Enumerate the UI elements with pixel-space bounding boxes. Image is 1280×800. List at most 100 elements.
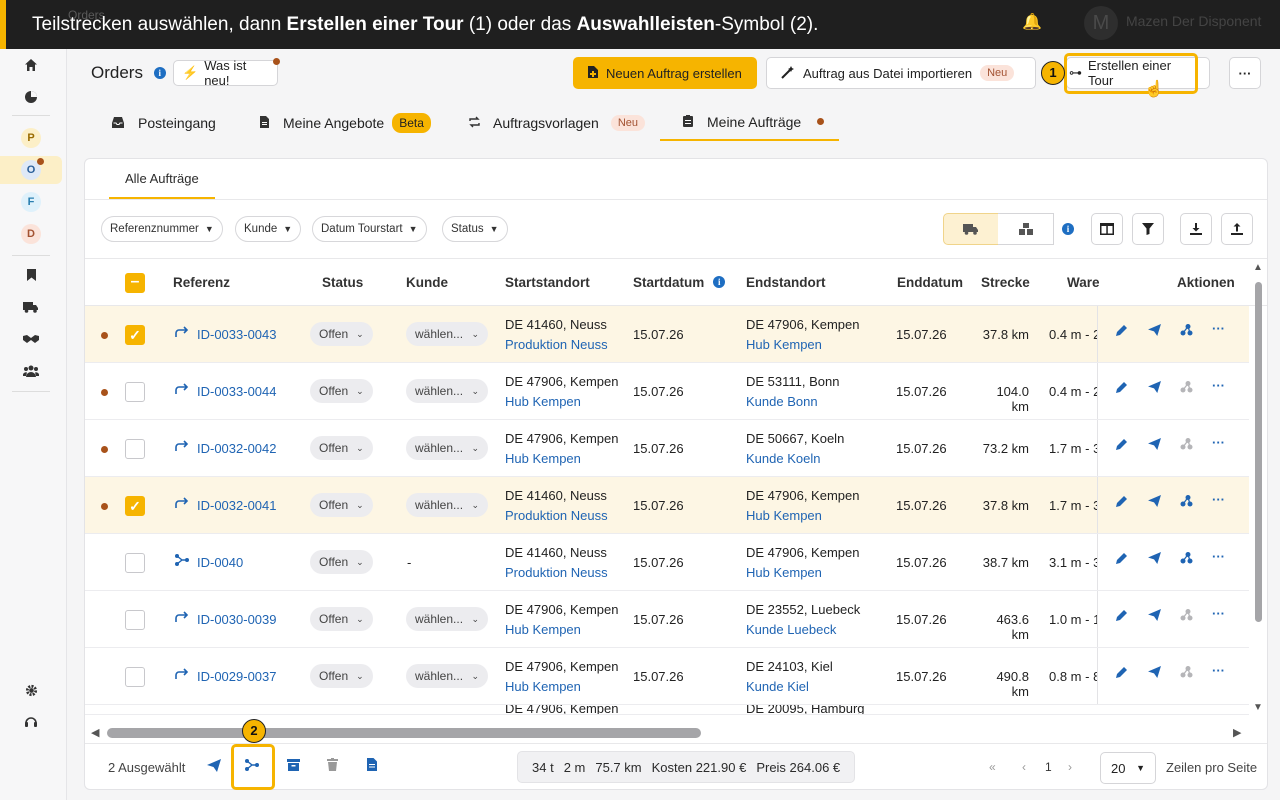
import-order-button[interactable]: Auftrag aus Datei importieren Neu: [766, 57, 1036, 89]
status-select[interactable]: Offen ⌄: [310, 550, 373, 574]
page-size-select[interactable]: 20 ▼: [1100, 752, 1156, 784]
order-reference-link[interactable]: ID-0032-0042: [197, 441, 277, 456]
start-location-name[interactable]: Hub Kempen: [505, 394, 581, 409]
filter-button[interactable]: [1132, 213, 1164, 245]
customer-select[interactable]: wählen... ⌄: [406, 607, 488, 631]
end-location-name[interactable]: Kunde Kiel: [746, 679, 809, 694]
download-button[interactable]: [1180, 213, 1212, 245]
handshake-icon[interactable]: [0, 325, 62, 353]
share-nodes-icon[interactable]: [1180, 609, 1193, 624]
first-page-icon[interactable]: «: [989, 760, 996, 774]
scroll-up-icon[interactable]: ▲: [1253, 262, 1263, 273]
scroll-left-icon[interactable]: ◀: [91, 726, 99, 739]
col-strecke[interactable]: Strecke: [981, 259, 1030, 305]
start-location-name[interactable]: Hub Kempen: [505, 622, 581, 637]
order-reference-link[interactable]: ID-0040: [197, 555, 243, 570]
customer-select[interactable]: wählen... ⌄: [406, 493, 488, 517]
customer-select[interactable]: wählen... ⌄: [406, 379, 488, 403]
table-row[interactable]: ID-0030-0039 Offen ⌄ wählen... ⌄ DE 47906, Ke…: [85, 591, 1249, 648]
table-row[interactable]: ID-0040 Offen ⌄ - DE 41460, Neuss Produktion …: [85, 534, 1249, 591]
customer-select[interactable]: wählen... ⌄: [406, 322, 488, 346]
page-number[interactable]: 1: [1045, 760, 1052, 774]
share-nodes-icon[interactable]: [1180, 552, 1193, 567]
row-checkbox[interactable]: [125, 610, 145, 630]
start-location-name[interactable]: Produktion Neuss: [505, 337, 608, 352]
vertical-scrollbar[interactable]: ▲ ▼: [1253, 262, 1263, 713]
row-checkbox[interactable]: [125, 553, 145, 573]
send-paperplane-icon[interactable]: [1148, 666, 1161, 681]
more-dots-icon[interactable]: ···: [1212, 435, 1225, 450]
tab-posteingang[interactable]: Posteingang: [112, 104, 216, 141]
select-all-checkbox[interactable]: –: [125, 273, 145, 293]
end-location-name[interactable]: Hub Kempen: [746, 508, 822, 523]
col-kunde[interactable]: Kunde: [406, 259, 448, 305]
customer-select[interactable]: wählen... ⌄: [406, 436, 488, 460]
edit-pencil-icon[interactable]: [1116, 666, 1128, 681]
send-paperplane-icon[interactable]: [1148, 552, 1161, 567]
sidebar-item-d[interactable]: D: [0, 220, 62, 248]
table-row[interactable]: ID-0029-0037 Offen ⌄ wählen... ⌄ DE 47906, Ke…: [85, 648, 1249, 705]
edit-pencil-icon[interactable]: [1116, 324, 1128, 339]
end-location-name[interactable]: Kunde Bonn: [746, 394, 818, 409]
home-icon[interactable]: [0, 51, 62, 79]
edit-pencil-icon[interactable]: [1116, 495, 1128, 510]
row-checkbox[interactable]: ✓: [125, 325, 145, 345]
new-order-button[interactable]: Neuen Auftrag erstellen: [573, 57, 757, 89]
end-location-name[interactable]: Kunde Luebeck: [746, 622, 836, 637]
horizontal-scroll-thumb[interactable]: [107, 728, 701, 738]
subtab-alle-auftraege[interactable]: Alle Aufträge: [109, 159, 215, 199]
next-page-icon[interactable]: ›: [1068, 760, 1072, 774]
filter-datum-tourstart[interactable]: Datum Tourstart ▼: [312, 216, 427, 242]
send-paperplane-icon[interactable]: [1148, 495, 1161, 510]
status-select[interactable]: Offen ⌄: [310, 436, 373, 460]
col-referenz[interactable]: Referenz: [173, 259, 230, 305]
sidebar-item-f[interactable]: F: [0, 188, 62, 216]
table-row[interactable]: ✓ ID-0032-0041 Offen ⌄ wählen... ⌄ DE 41460, N…: [85, 477, 1249, 534]
filter-kunde[interactable]: Kunde ▼: [235, 216, 302, 242]
send-paperplane-icon[interactable]: [1148, 438, 1161, 453]
start-location-name[interactable]: Produktion Neuss: [505, 565, 608, 580]
info-icon[interactable]: i: [153, 67, 166, 79]
start-location-name[interactable]: Hub Kempen: [505, 451, 581, 466]
more-dots-icon[interactable]: ···: [1212, 549, 1225, 564]
edit-pencil-icon[interactable]: [1116, 438, 1128, 453]
end-location-name[interactable]: Kunde Koeln: [746, 451, 820, 466]
columns-button[interactable]: [1091, 213, 1123, 245]
truck-icon[interactable]: [0, 293, 62, 321]
col-status[interactable]: Status: [322, 259, 363, 305]
tab-meine-auftraege[interactable]: Meine Aufträge: [660, 104, 839, 141]
col-ware[interactable]: Ware: [1067, 259, 1100, 305]
prev-page-icon[interactable]: ‹: [1022, 760, 1026, 774]
share-nodes-icon[interactable]: [1180, 324, 1193, 339]
order-reference-link[interactable]: ID-0033-0043: [197, 327, 277, 342]
order-reference-link[interactable]: ID-0030-0039: [197, 612, 277, 627]
share-nodes-icon[interactable]: [1180, 381, 1193, 396]
bookmark-icon[interactable]: [0, 261, 62, 289]
order-reference-link[interactable]: ID-0033-0044: [197, 384, 277, 399]
start-location-name[interactable]: Hub Kempen: [505, 679, 581, 694]
status-select[interactable]: Offen ⌄: [310, 607, 373, 631]
row-checkbox[interactable]: [125, 439, 145, 459]
view-info-button[interactable]: i: [1053, 213, 1083, 245]
vertical-scroll-thumb[interactable]: [1255, 282, 1262, 622]
end-location-name[interactable]: Hub Kempen: [746, 337, 822, 352]
col-endstandort[interactable]: Endstandort: [746, 259, 826, 305]
table-row[interactable]: ✓ ID-0033-0043 Offen ⌄ wählen... ⌄ DE 41460, N…: [85, 306, 1249, 363]
scroll-down-icon[interactable]: ▼: [1253, 702, 1263, 713]
dashboard-pie-icon[interactable]: [0, 83, 62, 111]
whats-new-button[interactable]: ⚡ Was ist neu!: [173, 58, 280, 88]
sidebar-item-p[interactable]: P: [0, 124, 62, 152]
settings-gear-icon[interactable]: [0, 676, 62, 704]
row-checkbox[interactable]: [125, 382, 145, 402]
status-select[interactable]: Offen ⌄: [310, 664, 373, 688]
table-row-partial[interactable]: DE 47906, Kempen DE 20095, Hamburg: [85, 705, 1249, 715]
col-startdatum[interactable]: Startdatum i: [633, 259, 726, 305]
support-headset-icon[interactable]: [0, 708, 62, 736]
edit-pencil-icon[interactable]: [1116, 381, 1128, 396]
view-boxes-toggle[interactable]: [998, 213, 1054, 245]
col-enddatum[interactable]: Enddatum: [897, 259, 963, 305]
status-select[interactable]: Offen ⌄: [310, 379, 373, 403]
filter-referenznummer[interactable]: Referenznummer ▼: [101, 216, 223, 242]
status-select[interactable]: Offen ⌄: [310, 493, 373, 517]
users-icon[interactable]: [0, 357, 62, 385]
